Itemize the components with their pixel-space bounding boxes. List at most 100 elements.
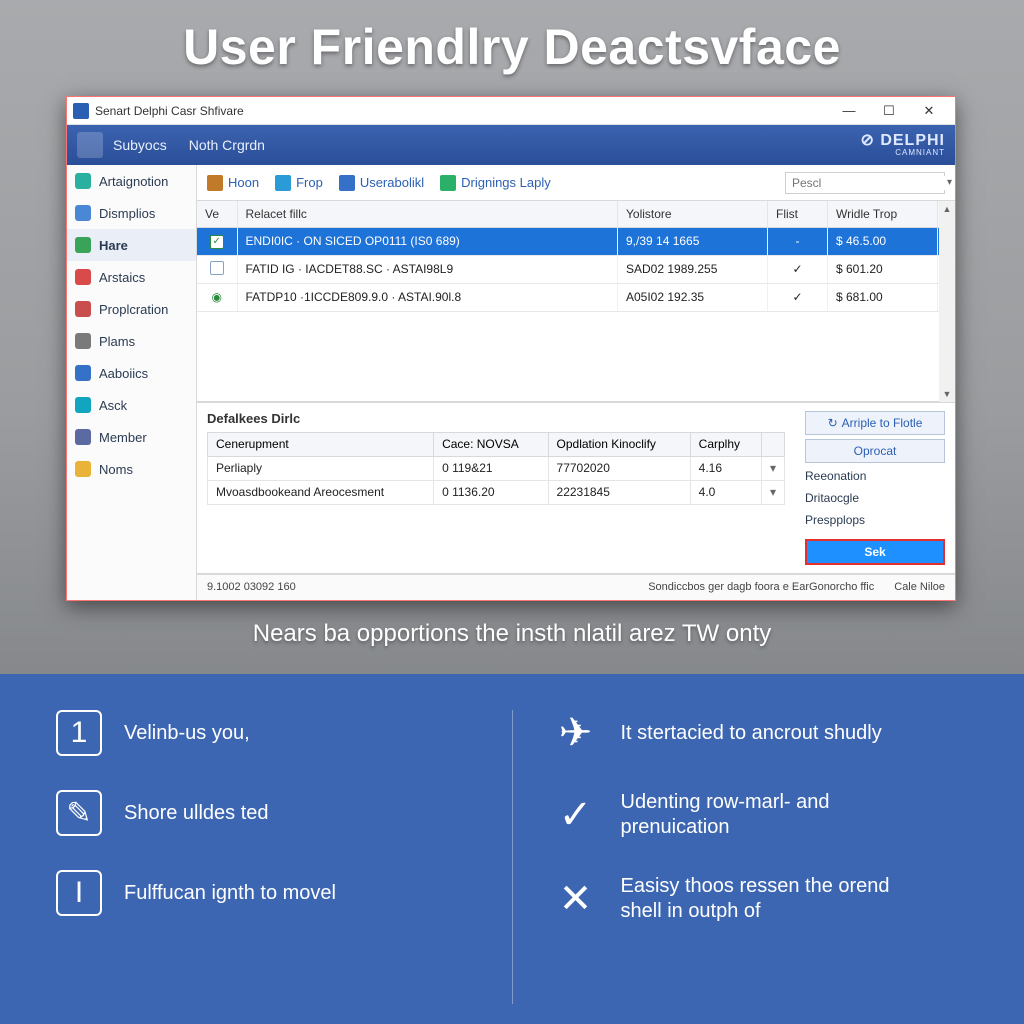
feature-icon: ✈ <box>553 710 599 756</box>
chevron-down-icon[interactable]: ▾ <box>947 177 952 188</box>
hero-title: User Friendlry Deactsvface <box>0 18 1024 76</box>
feature-icon: ✕ <box>553 876 599 922</box>
action-panel: ↻Arriple to Flotle Oprocat Reeonation Dr… <box>795 403 955 573</box>
checkbox-icon[interactable] <box>210 261 224 275</box>
feature-icon: ✓ <box>553 792 599 838</box>
title-bar: Senart Delphi Casr Shfivare — ☐ ✕ <box>67 97 955 125</box>
toolbar-item-2[interactable]: Userabolikl <box>339 175 424 191</box>
sidebar-item-7[interactable]: Asck <box>67 389 196 421</box>
sidebar-label: Dismplios <box>99 206 155 221</box>
grid-header[interactable]: Relacet fillc <box>237 201 618 227</box>
sidebar-label: Aaboiics <box>99 366 148 381</box>
sidebar-label: Member <box>99 430 147 445</box>
scroll-up-icon[interactable]: ▲ <box>939 201 955 217</box>
sidebar-icon <box>75 397 91 413</box>
feature-text: Easisy thoos ressen the orend shell in o… <box>621 874 921 924</box>
sidebar-label: Hare <box>99 238 128 253</box>
sidebar-label: Arstaics <box>99 270 145 285</box>
sidebar-label: Artaignotion <box>99 174 168 189</box>
feature-icon: ✎ <box>56 790 102 836</box>
sidebar-icon <box>75 173 91 189</box>
ribbon-bar: Subyocs Noth Crgrdn ⊘ DELPHI CAMNIANT <box>67 125 955 165</box>
brand-logo: ⊘ DELPHI CAMNIANT <box>860 133 945 157</box>
status-right: Cale Niloe <box>894 581 945 593</box>
sidebar-item-6[interactable]: Aaboiics <box>67 357 196 389</box>
toolbar-item-0[interactable]: Hoon <box>207 175 259 191</box>
sidebar-item-9[interactable]: Noms <box>67 453 196 485</box>
feature-item: ✎ Shore ulldes ted <box>56 790 472 836</box>
detail-header[interactable]: Opdlation Kinoclify <box>548 432 690 456</box>
feature-text: Velinb-us you, <box>124 721 250 746</box>
status-mid: Sondiccbos ger dagb foora e EarGonorcho … <box>648 581 874 593</box>
ribbon-tab-0[interactable]: Subyocs <box>113 137 167 153</box>
main-grid[interactable]: VeRelacet fillcYolistoreFlistWridle Trop… <box>197 201 955 312</box>
sidebar-item-4[interactable]: Proplcration <box>67 293 196 325</box>
feature-text: Fulffucan ignth to movel <box>124 881 336 906</box>
action-button-1[interactable]: ↻Arriple to Flotle <box>805 411 945 435</box>
toolbar-item-3[interactable]: Drignings Laply <box>440 175 551 191</box>
action-link-2[interactable]: Prespplops <box>805 511 945 529</box>
sidebar-item-1[interactable]: Dismplios <box>67 197 196 229</box>
grid-header[interactable]: Flist <box>768 201 828 227</box>
sidebar-item-3[interactable]: Arstaics <box>67 261 196 293</box>
grid-header[interactable]: Wridle Trop <box>828 201 938 227</box>
grid-header[interactable]: Ve <box>197 201 237 227</box>
search-select[interactable]: ▾ <box>785 172 945 194</box>
ribbon-home-icon[interactable] <box>77 132 103 158</box>
status-left: 9.1002 03092 160 <box>207 581 296 593</box>
action-button-2[interactable]: Oprocat <box>805 439 945 463</box>
sidebar-icon <box>75 301 91 317</box>
sidebar-item-5[interactable]: Plams <box>67 325 196 357</box>
sidebar-icon <box>75 429 91 445</box>
sidebar-icon <box>75 333 91 349</box>
toolbar: Hoon Frop Userabolikl Drignings Laply ▾ <box>197 165 955 201</box>
toolbar-label: Drignings Laply <box>461 175 551 190</box>
app-window: Senart Delphi Casr Shfivare — ☐ ✕ Subyoc… <box>66 96 956 601</box>
scroll-down-icon[interactable]: ▼ <box>939 386 955 402</box>
sidebar-item-0[interactable]: Artaignotion <box>67 165 196 197</box>
primary-action-button[interactable]: Sek <box>805 539 945 565</box>
sidebar-label: Proplcration <box>99 302 168 317</box>
detail-row[interactable]: Mvoasdbookeand Areocesment0 1136.2022231… <box>208 480 785 504</box>
feature-text: Udenting row-marl- and prenuication <box>621 790 921 840</box>
toolbar-icon <box>207 175 223 191</box>
feature-item: ✓ Udenting row-marl- and prenuication <box>553 790 969 840</box>
sidebar-icon <box>75 461 91 477</box>
close-button[interactable]: ✕ <box>909 100 949 122</box>
sidebar-label: Plams <box>99 334 135 349</box>
action-link-0[interactable]: Reeonation <box>805 467 945 485</box>
table-row[interactable]: ✓ENDI0IC · ON SICED OP0111 (IS0 689)9,/3… <box>197 227 955 255</box>
ribbon-tab-1[interactable]: Noth Crgrdn <box>189 137 265 153</box>
feature-text: Shore ulldes ted <box>124 801 269 826</box>
action-link-1[interactable]: Dritaocgle <box>805 489 945 507</box>
sidebar-item-8[interactable]: Member <box>67 421 196 453</box>
check-icon[interactable]: ✓ <box>210 235 224 249</box>
grid-header[interactable]: Yolistore <box>618 201 768 227</box>
feature-item: 1Velinb-us you, <box>56 710 472 756</box>
table-row[interactable]: FATID IG · IACDET88.SC · ASTAI98L9SAD02 … <box>197 255 955 283</box>
sidebar-item-2[interactable]: Hare <box>67 229 196 261</box>
detail-header[interactable]: Cace: NOVSA <box>434 432 548 456</box>
minimize-button[interactable]: — <box>829 100 869 122</box>
maximize-button[interactable]: ☐ <box>869 100 909 122</box>
table-row[interactable]: ◉FATDP10 ·1ICCDE809.9.0 · ASTAI.90l.8A05… <box>197 283 955 311</box>
toolbar-label: Hoon <box>228 175 259 190</box>
scrollbar[interactable]: ▲ ▼ <box>939 201 955 402</box>
detail-header[interactable]: Cenerupment <box>208 432 434 456</box>
toolbar-label: Frop <box>296 175 323 190</box>
toolbar-item-1[interactable]: Frop <box>275 175 323 191</box>
detail-grid[interactable]: CenerupmentCace: NOVSAOpdlation Kinoclif… <box>207 432 785 505</box>
sidebar-icon <box>75 205 91 221</box>
feature-item: ✈It stertacied to ancrout shudly <box>553 710 969 756</box>
search-input[interactable] <box>792 176 947 190</box>
sub-headline: Nears ba opportions the insth nlatil are… <box>0 620 1024 648</box>
detail-header[interactable]: Carplhy <box>690 432 761 456</box>
sidebar-label: Noms <box>99 462 133 477</box>
target-icon[interactable]: ◉ <box>212 290 222 304</box>
detail-row[interactable]: Perliaply0 119&21777020204.16▾ <box>208 456 785 480</box>
feature-panel: 1Velinb-us you,✎Shore ulldes tedIFulffuc… <box>0 674 1024 1024</box>
toolbar-icon <box>440 175 456 191</box>
feature-item: ✕ Easisy thoos ressen the orend shell in … <box>553 874 969 924</box>
sidebar: Artaignotion Dismplios Hare Arstaics Proplcr… <box>67 165 197 600</box>
toolbar-icon <box>275 175 291 191</box>
